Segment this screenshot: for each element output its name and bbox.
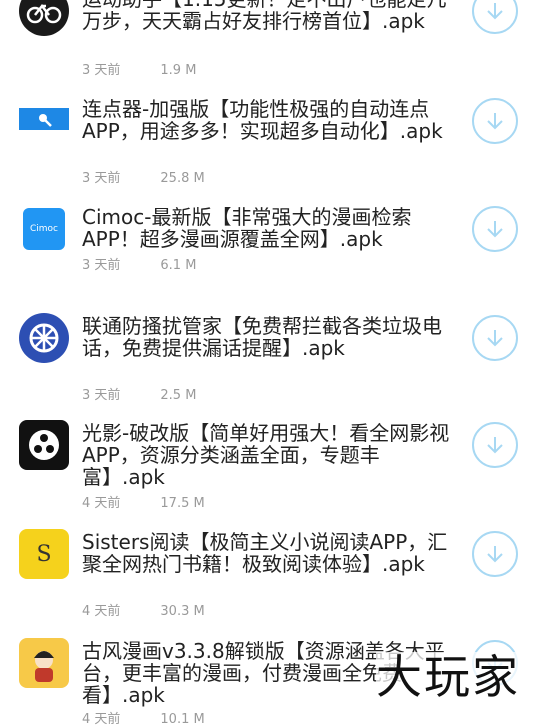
item-meta: 3 天前 1.9 M: [82, 63, 196, 79]
item-meta: 3 天前 25.8 M: [82, 171, 205, 187]
gufeng-comic-icon: [19, 638, 69, 688]
item-size: 25.8 M: [160, 171, 205, 186]
item-title[interactable]: Cimoc-最新版【非常强大的漫画检索APP！超多漫画源覆盖全网】.apk: [82, 206, 452, 250]
item-title[interactable]: 运动助手【1.15更新！走不出户也能走几万步，天天霸占好友排行榜首位】.apk: [82, 0, 452, 32]
download-button[interactable]: [472, 98, 518, 144]
item-meta: 4 天前 10.1 M: [82, 712, 205, 728]
unicom-knot-icon: [19, 313, 69, 363]
item-title[interactable]: 连点器-加强版【功能性极强的自动连点APP，用途多多！实现超多自动化】.apk: [82, 98, 452, 142]
cimoc-icon: Cimoc: [23, 208, 65, 250]
download-arrow-icon: [487, 221, 503, 238]
item-age: 4 天前: [82, 496, 121, 511]
item-size: 6.1 M: [160, 258, 197, 273]
film-reel-icon: [19, 420, 69, 470]
item-age: 3 天前: [82, 388, 121, 403]
item-age: 4 天前: [82, 604, 121, 619]
download-button[interactable]: [472, 315, 518, 361]
sisters-icon-letter: S: [36, 541, 52, 567]
tap-cursor-icon: [19, 96, 69, 146]
download-button[interactable]: [472, 531, 518, 577]
item-title[interactable]: 光影-破改版【简单好用强大！看全网影视APP，资源分类涵盖全面，专题丰富】.ap…: [82, 422, 452, 488]
download-arrow-icon: [487, 330, 503, 347]
item-age: 3 天前: [82, 171, 121, 186]
item-age: 3 天前: [82, 63, 121, 78]
download-button[interactable]: [472, 0, 518, 34]
item-size: 30.3 M: [160, 604, 205, 619]
item-meta: 4 天前 17.5 M: [82, 496, 205, 512]
item-title[interactable]: Sisters阅读【极简主义小说阅读APP，汇聚全网热门书籍！极致阅读体验】.a…: [82, 531, 452, 575]
download-button[interactable]: [472, 206, 518, 252]
item-title[interactable]: 联通防搔扰管家【免费帮拦截各类垃圾电话，免费提供漏话提醒】.apk: [82, 315, 452, 359]
cimoc-icon-text: Cimoc: [29, 224, 58, 234]
item-meta: 3 天前 6.1 M: [82, 258, 196, 274]
bike-icon: [19, 0, 69, 36]
file-list: 运动助手【1.15更新！走不出户也能走几万步，天天霸占好友排行榜首位】.apk …: [0, 0, 539, 727]
item-age: 3 天前: [82, 258, 121, 273]
download-arrow-icon: [487, 546, 503, 563]
item-meta: 3 天前 2.5 M: [82, 388, 196, 404]
watermark: 大玩家: [376, 650, 520, 704]
download-arrow-icon: [487, 3, 503, 20]
item-size: 1.9 M: [160, 63, 197, 78]
download-arrow-icon: [487, 437, 503, 454]
download-button[interactable]: [472, 422, 518, 468]
item-size: 2.5 M: [160, 388, 197, 403]
download-arrow-icon: [487, 113, 503, 130]
item-size: 17.5 M: [160, 496, 205, 511]
sisters-reading-icon: S: [19, 529, 69, 579]
item-meta: 4 天前 30.3 M: [82, 604, 205, 620]
